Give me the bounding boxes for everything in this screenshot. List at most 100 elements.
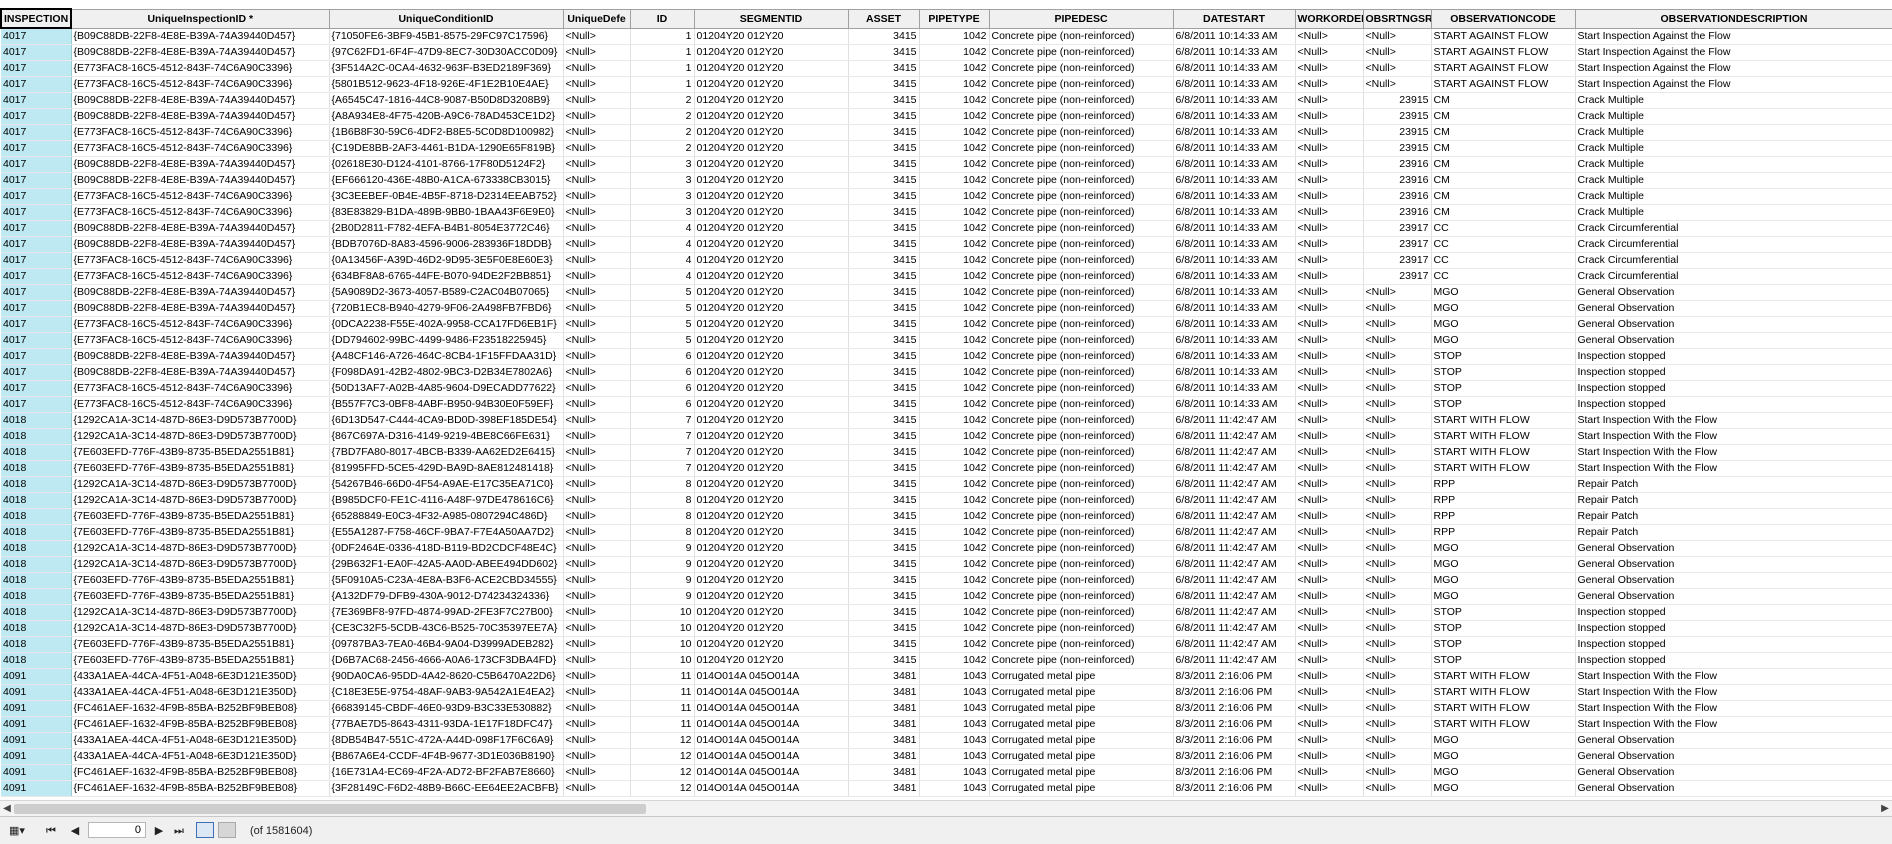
table-row[interactable]: 4018 {7E603EFD-776F-43B9-8735-B5EDA2551B8… (1, 572, 1892, 589)
table-cell[interactable]: 3415 (848, 284, 920, 301)
table-cell[interactable]: {B09C88DB-22F8-4E8E-B39A-74A39440D457} (71, 364, 330, 381)
table-cell[interactable]: 23915 (1363, 140, 1432, 157)
table-cell[interactable]: <Null> (563, 652, 631, 669)
table-cell[interactable]: 6 (630, 396, 695, 413)
table-cell[interactable]: Crack Circumferential (1575, 268, 1892, 285)
table-cell[interactable]: 6/8/2011 10:14:33 AM (1173, 76, 1296, 93)
table-cell[interactable]: RPP (1431, 524, 1576, 541)
table-cell[interactable]: 4018 (1, 588, 72, 605)
table-cell[interactable]: 4018 (1, 524, 72, 541)
last-record-icon[interactable]: ⏭ (172, 823, 186, 839)
table-row[interactable]: 4017 {B09C88DB-22F8-4E8E-B39A-74A39440D45… (1, 300, 1892, 317)
table-cell[interactable]: 4017 (1, 332, 72, 349)
table-cell[interactable]: <Null> (563, 572, 631, 589)
table-cell[interactable]: {3F514A2C-0CA4-4632-963F-B3ED2189F369} (329, 60, 564, 77)
table-cell[interactable]: 23917 (1363, 236, 1432, 253)
table-cell[interactable]: 1043 (919, 764, 990, 781)
table-cell[interactable]: Concrete pipe (non-reinforced) (989, 156, 1174, 173)
table-cell[interactable]: 3415 (848, 380, 920, 397)
table-cell[interactable]: 014O014A 045O014A (694, 668, 849, 685)
table-cell[interactable]: 01204Y20 012Y20 (694, 652, 849, 669)
table-cell[interactable]: <Null> (563, 92, 631, 109)
table-cell[interactable]: <Null> (1363, 460, 1432, 477)
table-cell[interactable]: MGO (1431, 556, 1576, 573)
table-cell[interactable]: <Null> (1295, 204, 1364, 221)
table-cell[interactable]: 1042 (919, 380, 990, 397)
table-cell[interactable]: <Null> (563, 124, 631, 141)
table-cell[interactable]: {FC461AEF-1632-4F9B-85BA-B252BF9BEB08} (71, 700, 330, 717)
table-cell[interactable]: {634BF8A8-6765-44FE-B070-94DE2F2BB851} (329, 268, 564, 285)
table-cell[interactable]: 01204Y20 012Y20 (694, 540, 849, 557)
table-cell[interactable]: CM (1431, 108, 1576, 125)
table-cell[interactable]: 3415 (848, 348, 920, 365)
table-cell[interactable]: 01204Y20 012Y20 (694, 380, 849, 397)
column-header[interactable]: PIPEDESC (988, 8, 1174, 29)
table-cell[interactable]: {E773FAC8-16C5-4512-843F-74C6A90C3396} (71, 380, 330, 397)
table-cell[interactable]: 4018 (1, 492, 72, 509)
table-cell[interactable]: 6/8/2011 10:14:33 AM (1173, 172, 1296, 189)
table-cell[interactable]: 4018 (1, 556, 72, 573)
table-cell[interactable]: {867C697A-D316-4149-9219-4BE8C66FE631} (329, 428, 564, 445)
table-cell[interactable]: <Null> (1295, 748, 1364, 765)
table-cell[interactable]: 1042 (919, 76, 990, 93)
table-cell[interactable]: 1042 (919, 204, 990, 221)
table-cell[interactable]: 1043 (919, 732, 990, 749)
table-cell[interactable]: START AGAINST FLOW (1431, 44, 1576, 61)
table-cell[interactable]: <Null> (1295, 444, 1364, 461)
table-cell[interactable]: 6/8/2011 11:42:47 AM (1173, 588, 1296, 605)
table-cell[interactable]: Concrete pipe (non-reinforced) (989, 444, 1174, 461)
table-cell[interactable]: <Null> (1363, 444, 1432, 461)
table-cell[interactable]: 10 (630, 604, 695, 621)
table-cell[interactable]: Concrete pipe (non-reinforced) (989, 620, 1174, 637)
table-cell[interactable]: CC (1431, 236, 1576, 253)
table-cell[interactable]: 1043 (919, 716, 990, 733)
table-cell[interactable]: CM (1431, 140, 1576, 157)
table-cell[interactable]: STOP (1431, 636, 1576, 653)
table-cell[interactable]: {1B6B8F30-59C6-4DF2-B8E5-5C0D8D100982} (329, 124, 564, 141)
table-cell[interactable]: 01204Y20 012Y20 (694, 332, 849, 349)
table-cell[interactable]: 1042 (919, 268, 990, 285)
table-cell[interactable]: 4091 (1, 748, 72, 765)
table-cell[interactable]: <Null> (1295, 252, 1364, 269)
table-cell[interactable]: <Null> (563, 444, 631, 461)
table-cell[interactable]: <Null> (1295, 716, 1364, 733)
table-cell[interactable]: <Null> (1363, 748, 1432, 765)
table-row[interactable]: 4017 {B09C88DB-22F8-4E8E-B39A-74A39440D45… (1, 348, 1892, 365)
table-cell[interactable]: 6/8/2011 10:14:33 AM (1173, 364, 1296, 381)
table-cell[interactable]: <Null> (1295, 508, 1364, 525)
table-row[interactable]: 4017 {B09C88DB-22F8-4E8E-B39A-74A39440D45… (1, 220, 1892, 237)
table-cell[interactable]: 1042 (919, 396, 990, 413)
table-cell[interactable]: General Observation (1575, 332, 1892, 349)
table-cell[interactable]: <Null> (1363, 332, 1432, 349)
column-header[interactable]: UniqueInspectionID * (70, 8, 330, 29)
table-cell[interactable]: {DD794602-99BC-4499-9486-F23518225945} (329, 332, 564, 349)
table-cell[interactable]: <Null> (1295, 156, 1364, 173)
table-cell[interactable]: <Null> (563, 588, 631, 605)
table-cell[interactable]: 01204Y20 012Y20 (694, 620, 849, 637)
table-cell[interactable]: 8 (630, 492, 695, 509)
table-cell[interactable]: 3415 (848, 44, 920, 61)
table-cell[interactable]: 23916 (1363, 204, 1432, 221)
table-cell[interactable]: <Null> (1295, 636, 1364, 653)
table-cell[interactable]: STOP (1431, 604, 1576, 621)
table-cell[interactable]: Concrete pipe (non-reinforced) (989, 524, 1174, 541)
table-cell[interactable]: 014O014A 045O014A (694, 716, 849, 733)
table-cell[interactable]: <Null> (1295, 476, 1364, 493)
table-cell[interactable]: 1042 (919, 60, 990, 77)
table-cell[interactable]: 4018 (1, 476, 72, 493)
table-cell[interactable]: <Null> (1363, 668, 1432, 685)
table-cell[interactable]: 01204Y20 012Y20 (694, 444, 849, 461)
table-cell[interactable]: <Null> (1295, 316, 1364, 333)
table-cell[interactable]: 12 (630, 780, 695, 797)
table-cell[interactable]: <Null> (1363, 284, 1432, 301)
table-cell[interactable]: 3415 (848, 28, 920, 45)
table-cell[interactable]: <Null> (563, 284, 631, 301)
table-cell[interactable]: START AGAINST FLOW (1431, 60, 1576, 77)
table-cell[interactable]: 01204Y20 012Y20 (694, 524, 849, 541)
table-cell[interactable]: <Null> (563, 332, 631, 349)
table-cell[interactable]: 1042 (919, 348, 990, 365)
table-cell[interactable]: {83E83829-B1DA-489B-9BB0-1BAA43F6E9E0} (329, 204, 564, 221)
table-cell[interactable]: {BDB7076D-8A83-4596-9006-283936F18DDB} (329, 236, 564, 253)
table-cell[interactable]: Concrete pipe (non-reinforced) (989, 316, 1174, 333)
table-cell[interactable]: 3415 (848, 508, 920, 525)
